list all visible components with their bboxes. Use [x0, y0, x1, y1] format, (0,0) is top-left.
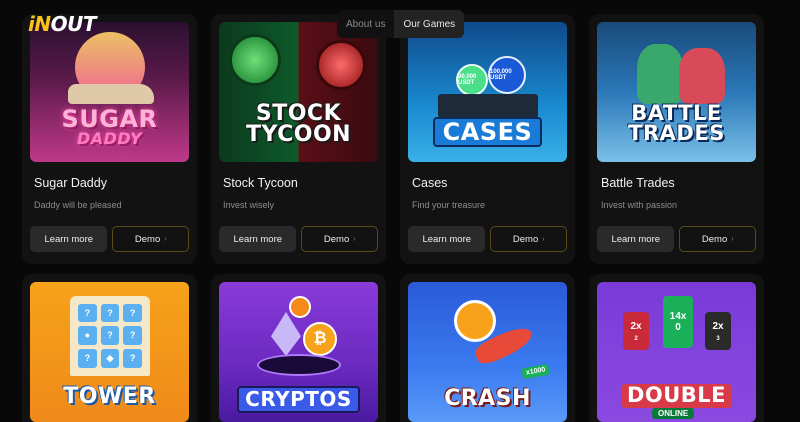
- demo-button[interactable]: Demo ›: [301, 226, 378, 252]
- game-title: Cases: [412, 176, 448, 190]
- thumbnail-title: SUGAR DADDY: [61, 107, 157, 148]
- game-card-tower: ? ? ? ● ? ? ? ◆ ? TOWER: [22, 274, 197, 422]
- learn-more-button[interactable]: Learn more: [597, 226, 675, 252]
- logo-in-text: iN: [28, 12, 51, 36]
- ethereum-icon: [271, 312, 301, 356]
- cryptos-thumbnail[interactable]: ₿ CRYPTOS: [219, 282, 378, 422]
- tower-thumbnail[interactable]: ? ? ? ● ? ? ? ◆ ? TOWER: [30, 282, 189, 422]
- monero-coin-icon: [289, 296, 311, 318]
- portal-graphic: [257, 354, 341, 376]
- tower-graphic: ? ? ? ● ? ? ? ◆ ?: [70, 296, 150, 376]
- learn-more-button[interactable]: Learn more: [219, 226, 297, 252]
- question-tile-icon: ?: [123, 326, 142, 345]
- multiplier-badge: x1000: [520, 363, 550, 380]
- crash-thumbnail[interactable]: x1000 CRASH: [408, 282, 567, 422]
- multiplier-tile: 14x 0: [663, 296, 693, 348]
- double-online-thumbnail[interactable]: 2x 2 14x 0 2x 3 DOUBLE ONLINE: [597, 282, 756, 422]
- tile-number: 0: [675, 322, 681, 333]
- card-actions: Learn more Demo ›: [408, 226, 567, 252]
- arrow-right-icon: ›: [164, 235, 167, 243]
- bear-icon: [679, 48, 725, 104]
- demo-button[interactable]: Demo ›: [679, 226, 756, 252]
- thumbnail-title-sub: TYCOON: [245, 122, 352, 147]
- learn-more-button[interactable]: Learn more: [30, 226, 108, 252]
- game-card-cases: 90,000 USDT 100,000 USDT CASES Cases Fin…: [400, 14, 575, 264]
- game-card-cryptos: ₿ CRYPTOS: [211, 274, 386, 422]
- thumbnail-title: TOWER: [63, 383, 156, 409]
- game-title: Sugar Daddy: [34, 176, 107, 190]
- multiplier-tile: 2x 2: [623, 312, 649, 350]
- demo-label: Demo: [512, 233, 539, 245]
- thumbnail-title: CRASH: [444, 385, 531, 411]
- question-tile-icon: ?: [78, 304, 97, 323]
- lock-tile-icon: ●: [78, 326, 97, 345]
- coin-icon: 90,000 USDT: [456, 64, 488, 96]
- nav-our-games[interactable]: Our Games: [394, 10, 465, 38]
- coin-icon: 100,000 USDT: [488, 56, 526, 94]
- tile-multiplier: 2x: [712, 320, 724, 332]
- thumbnail-title: DOUBLE: [620, 384, 733, 408]
- battle-trades-thumbnail[interactable]: BATTLE TRADES: [597, 22, 756, 162]
- arrow-right-icon: ›: [353, 235, 356, 243]
- card-actions: Learn more Demo ›: [219, 226, 378, 252]
- thumbnail-title-sub: DADDY: [76, 128, 143, 148]
- car-graphic: [68, 84, 154, 104]
- game-subtitle: Daddy will be pleased: [34, 200, 122, 210]
- game-title: Stock Tycoon: [223, 176, 298, 190]
- question-tile-icon: ?: [123, 348, 142, 368]
- game-subtitle: Find your treasure: [412, 200, 486, 210]
- card-actions: Learn more Demo ›: [597, 226, 756, 252]
- thumbnail-title: STOCK TYCOON: [245, 103, 352, 147]
- question-tile-icon: ?: [78, 348, 97, 368]
- inout-logo[interactable]: iNOUT: [28, 12, 96, 36]
- astronaut-graphic: [454, 300, 496, 342]
- card-actions: Learn more Demo ›: [30, 226, 189, 252]
- thumbnail-title-sub: TRADES: [628, 121, 725, 145]
- arrow-right-icon: ›: [542, 235, 545, 243]
- stock-tycoon-thumbnail[interactable]: STOCK TYCOON: [219, 22, 378, 162]
- bear-icon: [316, 40, 366, 90]
- tile-number: 3: [716, 335, 720, 342]
- game-card-sugar-daddy: SUGAR DADDY Sugar Daddy Daddy will be pl…: [22, 14, 197, 264]
- game-title: Battle Trades: [601, 176, 675, 190]
- tile-multiplier: 2x: [630, 320, 642, 332]
- game-subtitle: Invest wisely: [223, 200, 275, 210]
- game-card-crash: x1000 CRASH: [400, 274, 575, 422]
- game-card-battle-trades: BATTLE TRADES Battle Trades Invest with …: [589, 14, 764, 264]
- demo-label: Demo: [323, 233, 350, 245]
- question-tile-icon: ?: [100, 304, 120, 323]
- game-subtitle: Invest with passion: [601, 200, 678, 210]
- question-tile-icon: ?: [123, 304, 142, 323]
- thumbnail-title: BATTLE TRADES: [628, 103, 725, 145]
- game-card-stock-tycoon: STOCK TYCOON Stock Tycoon Invest wisely …: [211, 14, 386, 264]
- gem-tile-icon: ◆: [100, 348, 120, 368]
- question-tile-icon: ?: [100, 326, 120, 345]
- bull-icon: [229, 34, 281, 86]
- thumbnail-title: CRYPTOS: [237, 385, 360, 413]
- multiplier-tile: 2x 3: [705, 312, 731, 350]
- logo-out-text: OUT: [50, 12, 97, 36]
- games-grid: SUGAR DADDY Sugar Daddy Daddy will be pl…: [22, 14, 764, 422]
- tile-multiplier: 14x: [669, 311, 687, 322]
- arrow-right-icon: ›: [731, 235, 734, 243]
- thumbnail-title: CASES: [432, 116, 543, 148]
- top-navigation: About us Our Games: [337, 10, 465, 38]
- cases-thumbnail[interactable]: 90,000 USDT 100,000 USDT CASES: [408, 22, 567, 162]
- sugar-daddy-thumbnail[interactable]: SUGAR DADDY: [30, 22, 189, 162]
- bitcoin-icon: ₿: [303, 322, 337, 356]
- tile-number: 2: [634, 335, 638, 342]
- case-box-graphic: [438, 94, 538, 118]
- demo-button[interactable]: Demo ›: [112, 226, 189, 252]
- bull-icon: [637, 44, 683, 104]
- demo-label: Demo: [134, 233, 161, 245]
- demo-button[interactable]: Demo ›: [490, 226, 567, 252]
- thumbnail-subtitle: ONLINE: [652, 408, 695, 419]
- nav-about-us[interactable]: About us: [337, 10, 394, 38]
- learn-more-button[interactable]: Learn more: [408, 226, 486, 252]
- game-card-double-online: 2x 2 14x 0 2x 3 DOUBLE ONLINE: [589, 274, 764, 422]
- demo-label: Demo: [701, 233, 728, 245]
